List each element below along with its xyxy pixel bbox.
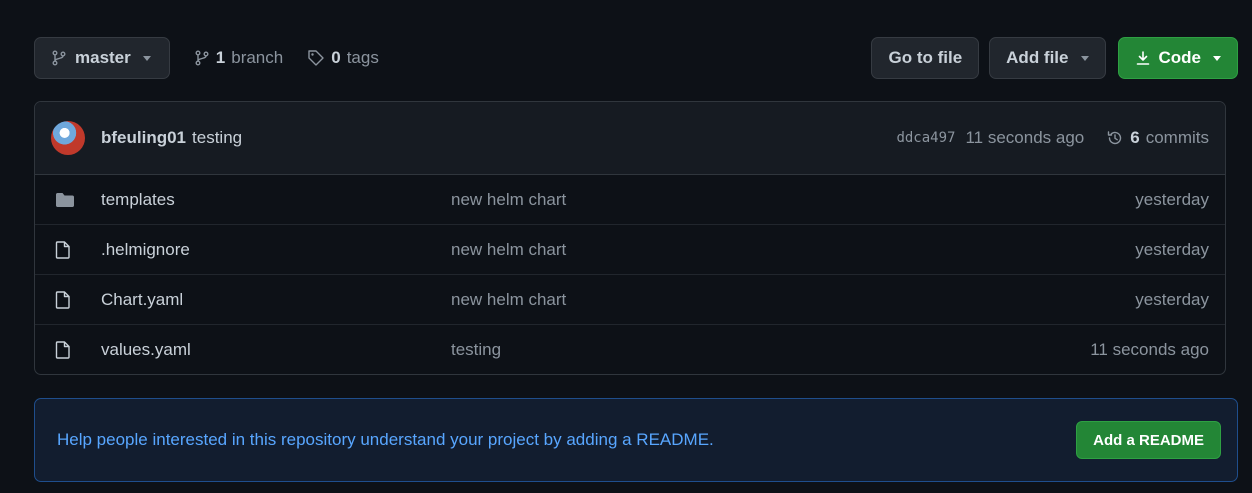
repo-toolbar: master 1 branch 0 tags Go to file Add fi… [34,37,1238,79]
git-branch-icon [194,50,210,66]
file-name[interactable]: templates [101,190,451,210]
chevron-down-icon [142,55,151,61]
file-name[interactable]: Chart.yaml [101,290,451,310]
readme-banner: Help people interested in this repositor… [34,398,1238,482]
branch-select-button[interactable]: master [34,37,170,79]
commit-word: commits [1145,128,1209,147]
file-name[interactable]: .helmignore [101,240,451,260]
file-commit-message[interactable]: new helm chart [451,290,1135,310]
file-commit-message[interactable]: new helm chart [451,240,1135,260]
file-icon [55,341,81,359]
file-commit-message[interactable]: testing [451,340,1090,360]
file-commit-message[interactable]: new helm chart [451,190,1135,210]
branch-word: branch [231,48,284,67]
file-age: yesterday [1135,239,1209,259]
commit-time[interactable]: 11 seconds ago [965,128,1084,148]
tags-link[interactable]: 0 tags [307,48,379,68]
tag-word: tags [346,48,379,67]
commit-author[interactable]: bfeuling01 [101,128,186,148]
file-icon [55,240,81,259]
file-age: yesterday [1135,189,1209,209]
commits-link[interactable]: 6 commits [1106,128,1209,148]
go-to-file-label: Go to file [888,48,963,67]
latest-commit-row: bfeuling01 testing ddca497 11 seconds ag… [35,102,1225,175]
commit-message[interactable]: testing [192,128,242,148]
branches-link[interactable]: 1 branch [194,48,283,68]
chevron-down-icon [1080,55,1089,61]
tag-count: 0 [331,48,341,67]
readme-prompt-text: Help people interested in this repositor… [57,430,714,449]
folder-icon [55,192,81,208]
file-row-chart-yaml[interactable]: Chart.yaml new helm chart yesterday [35,275,1225,325]
avatar[interactable] [51,121,85,155]
chevron-down-icon [1213,55,1221,61]
file-age: yesterday [1135,289,1209,309]
file-row-templates[interactable]: templates new helm chart yesterday [35,175,1225,225]
file-name[interactable]: values.yaml [101,340,451,360]
history-icon [1106,129,1124,147]
go-to-file-button[interactable]: Go to file [871,37,980,79]
commit-sha[interactable]: ddca497 [896,130,955,146]
add-readme-button[interactable]: Add a README [1076,421,1221,459]
file-row-helmignore[interactable]: .helmignore new helm chart yesterday [35,225,1225,275]
download-icon [1135,50,1151,66]
repo-page: master 1 branch 0 tags Go to file Add fi… [0,0,1252,493]
commit-count: 6 [1130,128,1140,147]
file-age: 11 seconds ago [1090,340,1209,359]
file-list: bfeuling01 testing ddca497 11 seconds ag… [34,101,1226,375]
git-branch-icon [51,50,67,66]
branch-name: master [75,48,131,67]
file-icon [55,290,81,309]
add-file-button[interactable]: Add file [989,37,1106,79]
branch-count: 1 [215,48,226,67]
tag-icon [307,49,325,67]
code-button[interactable]: Code [1117,37,1238,79]
add-file-label: Add file [1006,48,1069,67]
file-row-values-yaml[interactable]: values.yaml testing 11 seconds ago [35,325,1225,374]
code-label: Code [1158,48,1202,67]
